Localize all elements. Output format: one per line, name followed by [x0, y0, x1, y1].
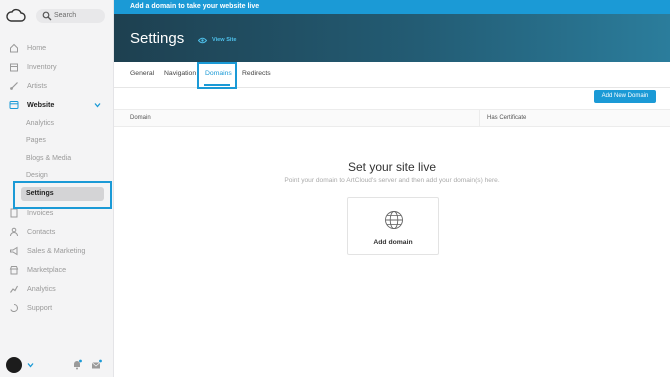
domains-table-header: Domain Has Certificate: [114, 109, 670, 127]
banner-text: Add a domain to take your website live: [130, 3, 260, 10]
add-new-domain-button[interactable]: Add New Domain: [594, 90, 656, 103]
announcement-banner: Add a domain to take your website live: [114, 0, 670, 14]
sidebar-subitem-analytics[interactable]: Analytics: [26, 118, 54, 130]
sidebar-item-label: Support: [27, 303, 53, 312]
sidebar-item-contacts[interactable]: Contacts: [0, 225, 113, 239]
chevron-down-icon[interactable]: [27, 362, 34, 368]
invoice-icon: [10, 208, 18, 218]
empty-state-subtitle: Point your domain to ArtCloud's server a…: [284, 177, 500, 184]
megaphone-icon: [10, 246, 18, 256]
sidebar-item-label: Website: [27, 100, 55, 109]
home-icon: [10, 43, 18, 53]
sidebar-item-label: Inventory: [27, 62, 57, 71]
eye-icon[interactable]: [198, 37, 207, 44]
globe-icon: [385, 211, 403, 229]
search-placeholder: Search: [54, 12, 77, 19]
page-title: Settings: [130, 30, 185, 47]
cloud-icon[interactable]: [6, 8, 26, 24]
sidebar-item-label: Home: [27, 43, 47, 52]
sidebar-item-marketplace[interactable]: Marketplace: [0, 263, 113, 277]
sidebar-subitem-blogs-media[interactable]: Blogs & Media: [26, 153, 71, 165]
chevron-down-icon[interactable]: [94, 102, 101, 108]
tab-navigation[interactable]: Navigation: [164, 62, 196, 86]
sidebar-item-support[interactable]: Support: [0, 301, 113, 315]
tab-highlight: [197, 62, 237, 89]
inventory-icon: [10, 63, 18, 72]
column-header-has-certificate[interactable]: Has Certificate: [487, 110, 526, 127]
support-icon: [10, 303, 18, 313]
sidebar-item-home[interactable]: Home: [0, 41, 113, 55]
bell-icon[interactable]: [72, 359, 82, 370]
avatar[interactable]: [6, 357, 22, 373]
mail-icon[interactable]: [91, 359, 102, 370]
sidebar-item-label: Analytics: [27, 284, 56, 293]
store-icon: [9, 266, 19, 275]
chart-icon: [10, 285, 18, 293]
sidebar-item-label: Contacts: [27, 227, 56, 236]
settings-highlight: [13, 181, 112, 209]
column-divider: [479, 110, 480, 127]
sidebar-item-website[interactable]: Website: [0, 98, 113, 112]
sidebar-item-label: Artists: [27, 81, 47, 90]
browser-icon: [9, 101, 19, 109]
sidebar-item-label: Sales & Marketing: [27, 246, 86, 255]
sidebar-item-inventory[interactable]: Inventory: [0, 60, 113, 74]
sidebar-item-sales-marketing[interactable]: Sales & Marketing: [0, 244, 113, 258]
sidebar-item-artists[interactable]: Artists: [0, 79, 113, 93]
sidebar-item-analytics[interactable]: Analytics: [0, 282, 113, 296]
column-header-domain[interactable]: Domain: [130, 110, 151, 127]
tab-redirects[interactable]: Redirects: [242, 62, 271, 86]
sidebar-item-label: Marketplace: [27, 265, 67, 274]
brush-icon: [10, 82, 18, 90]
search-icon: [42, 11, 52, 21]
person-icon: [10, 227, 18, 237]
page-header: Settings View Site: [114, 14, 670, 62]
add-domain-card[interactable]: Add domain: [347, 197, 439, 255]
view-site-link[interactable]: View Site: [212, 34, 236, 46]
add-domain-label: Add domain: [373, 239, 413, 246]
sidebar-subitem-pages[interactable]: Pages: [26, 135, 46, 147]
empty-state-title: Set your site live: [347, 160, 437, 174]
search-input[interactable]: Search: [36, 9, 105, 23]
tab-general[interactable]: General: [130, 62, 154, 86]
